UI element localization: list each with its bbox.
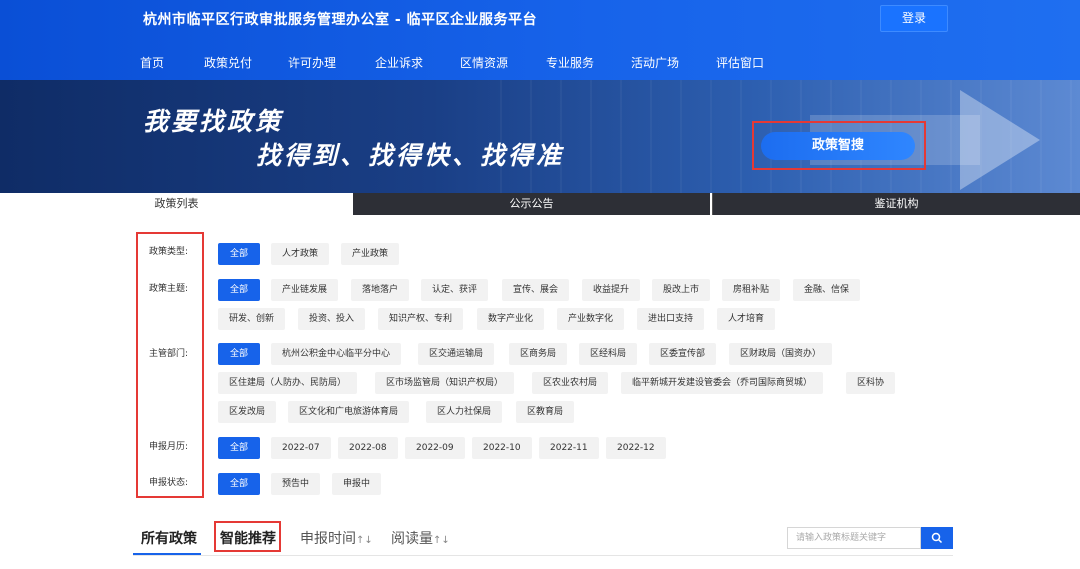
filter-label-policy-type: 政策类型: — [149, 247, 189, 257]
filter-label-policy-theme: 政策主题: — [149, 284, 189, 294]
filter-chip[interactable]: 区人力社保局 — [426, 401, 503, 423]
filter-chip[interactable]: 产业数字化 — [557, 308, 625, 330]
section-tabs: 政策列表 公示公告 鉴证机构 — [0, 193, 1080, 215]
filter-chip[interactable]: 区财政局（国资办） — [729, 343, 833, 365]
smart-search-button[interactable]: 政策智搜 — [761, 132, 915, 160]
header: 杭州市临平区行政审批服务管理办公室 - 临平区企业服务平台 登录 首页 政策兑付… — [0, 0, 1080, 82]
policy-keyword-input[interactable] — [787, 527, 921, 549]
filter-chip[interactable]: 人才培育 — [717, 308, 776, 330]
filter-chip[interactable]: 股改上市 — [652, 279, 711, 301]
filter-chip[interactable]: 人才政策 — [271, 243, 330, 265]
filter-chip[interactable]: 预告中 — [271, 473, 321, 495]
filter-chip[interactable]: 区发改局 — [218, 401, 277, 423]
filter-chip[interactable]: 2022-09 — [405, 437, 465, 459]
filter-chip-all[interactable]: 全部 — [218, 437, 260, 459]
filter-chip[interactable]: 知识产权、专利 — [378, 308, 464, 330]
filter-chip[interactable]: 投资、投入 — [298, 308, 366, 330]
nav-item-events[interactable]: 活动广场 — [631, 54, 679, 71]
nav-item-evaluation[interactable]: 评估窗口 — [716, 54, 764, 71]
nav-item-region-resources[interactable]: 区情资源 — [460, 54, 508, 71]
sort-arrows-icon: ↑↓ — [433, 535, 450, 546]
filter-chip-all[interactable]: 全部 — [218, 473, 260, 495]
filter-chip[interactable]: 数字产业化 — [477, 308, 545, 330]
nav-item-appeal[interactable]: 企业诉求 — [375, 54, 423, 71]
banner-slogan-line2: 找得到、找得快、找得准 — [256, 141, 565, 170]
filter-chip[interactable]: 金融、信保 — [793, 279, 861, 301]
filter-chip[interactable]: 杭州公积金中心临平分中心 — [271, 343, 402, 365]
site-title: 杭州市临平区行政审批服务管理办公室 - 临平区企业服务平台 — [143, 12, 538, 28]
login-button[interactable]: 登录 — [880, 5, 948, 32]
filter-chip[interactable]: 产业政策 — [341, 243, 400, 265]
filter-chip[interactable]: 2022-07 — [271, 437, 331, 459]
filter-chip[interactable]: 申报中 — [332, 473, 382, 495]
filter-label-apply-month: 申报月历: — [149, 442, 189, 452]
nav-item-home[interactable]: 首页 — [140, 54, 164, 71]
filter-chip[interactable]: 进出口支持 — [637, 308, 705, 330]
sort-read-count[interactable]: 阅读量↑↓ — [391, 528, 450, 548]
filter-label-department: 主管部门: — [149, 349, 189, 359]
filter-chip[interactable]: 2022-10 — [472, 437, 532, 459]
sort-read-count-label: 阅读量 — [391, 531, 433, 547]
filter-chip[interactable]: 区交通运输局 — [418, 343, 495, 365]
filter-chip[interactable]: 区市场监管局（知识产权局） — [375, 372, 515, 394]
search-button[interactable] — [921, 527, 953, 549]
filter-chip[interactable]: 区文化和广电旅游体育局 — [288, 401, 410, 423]
filter-chip[interactable]: 临平新城开发建设管委会（乔司国际商贸城） — [621, 372, 824, 394]
tab-announcements[interactable]: 公示公告 — [353, 193, 710, 215]
filter-chip[interactable]: 区教育局 — [516, 401, 575, 423]
banner-slogan-line1: 我要找政策 — [143, 107, 284, 136]
filter-chip[interactable]: 2022-11 — [539, 437, 599, 459]
filter-chip[interactable]: 区科协 — [846, 372, 896, 394]
filter-chip[interactable]: 区农业农村局 — [532, 372, 609, 394]
arrow-head-decoration — [960, 90, 1040, 190]
policy-banner: 我要找政策 找得到、找得快、找得准 政策智搜 — [0, 80, 1080, 193]
filter-chip[interactable]: 区委宣传部 — [649, 343, 717, 365]
filter-chip[interactable]: 落地落户 — [351, 279, 410, 301]
filter-labels-highlight — [136, 232, 204, 498]
sort-apply-time-label: 申报时间 — [300, 531, 356, 547]
nav-item-policy-payment[interactable]: 政策兑付 — [204, 54, 253, 82]
sort-all-policies[interactable]: 所有政策 — [141, 528, 197, 548]
sort-smart-recommend[interactable]: 智能推荐 — [220, 528, 276, 548]
filter-chip[interactable]: 2022-08 — [338, 437, 398, 459]
filter-chip[interactable]: 房租补贴 — [722, 279, 781, 301]
filter-chip-all[interactable]: 全部 — [218, 343, 260, 365]
nav-item-pro-services[interactable]: 专业服务 — [546, 54, 594, 71]
filter-chip-all[interactable]: 全部 — [218, 279, 260, 301]
tab-policy-list[interactable]: 政策列表 — [0, 193, 353, 215]
filter-chip[interactable]: 区经科局 — [579, 343, 638, 365]
tab-certification-agencies[interactable]: 鉴证机构 — [712, 193, 1080, 215]
sort-arrows-icon: ↑↓ — [356, 535, 373, 546]
filter-chip[interactable]: 产业链发展 — [271, 279, 339, 301]
filter-chip[interactable]: 区商务局 — [509, 343, 568, 365]
filter-chip[interactable]: 认定、获评 — [421, 279, 489, 301]
nav-item-permit[interactable]: 许可办理 — [288, 54, 336, 71]
filter-chip-all[interactable]: 全部 — [218, 243, 260, 265]
sort-bar-divider — [133, 555, 953, 556]
sort-apply-time[interactable]: 申报时间↑↓ — [300, 528, 373, 548]
search-icon — [931, 532, 943, 544]
filter-label-apply-status: 申报状态: — [149, 478, 189, 488]
filter-chip[interactable]: 2022-12 — [606, 437, 666, 459]
sort-active-underline — [133, 553, 201, 555]
filter-chip[interactable]: 宣传、展会 — [502, 279, 570, 301]
filter-chip[interactable]: 研发、创新 — [218, 308, 286, 330]
filter-chip[interactable]: 区住建局（人防办、民防局） — [218, 372, 358, 394]
filter-chip[interactable]: 收益提升 — [582, 279, 641, 301]
